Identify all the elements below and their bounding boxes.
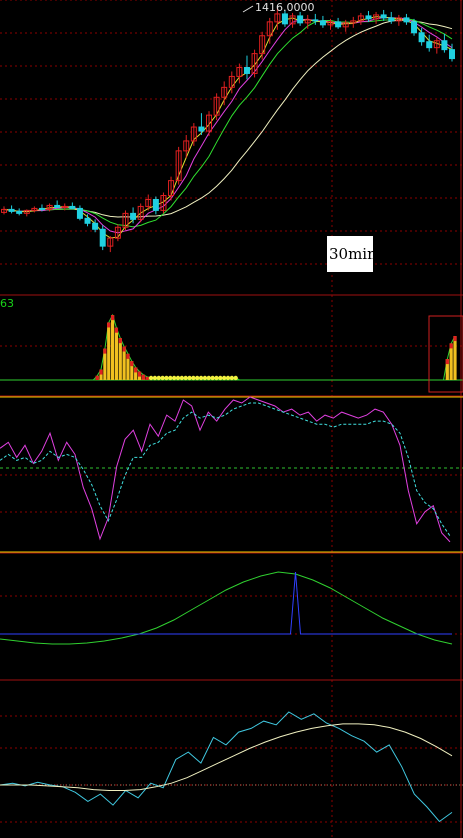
signal-dot: [218, 375, 223, 381]
candle-down: [418, 32, 425, 43]
signal-bar-cap: [145, 376, 149, 380]
candle-down: [297, 15, 304, 24]
grid-layer: [0, 0, 463, 838]
highlight-box: [428, 315, 463, 393]
signal-bar-cap: [103, 348, 107, 354]
signal-bar-cap: [99, 369, 103, 375]
signal-dot: [233, 375, 238, 381]
signal-dot: [195, 375, 200, 381]
signal-bar: [453, 336, 457, 380]
signal-bar-cap: [134, 367, 138, 373]
signal-dot: [198, 375, 204, 381]
signal-bar-cap: [453, 336, 457, 342]
signal-bar-cap: [137, 371, 142, 377]
candle-down: [92, 222, 99, 230]
signal-bar: [118, 338, 122, 380]
ma60-line: [3, 19, 453, 218]
signal-dot: [175, 375, 181, 381]
momentum-panel: [0, 711, 463, 823]
candle-down: [16, 210, 23, 214]
signal-bar: [449, 343, 453, 380]
signal-bar-cap: [114, 327, 119, 333]
candle-down: [319, 20, 326, 26]
signal-bar-cap: [122, 346, 126, 352]
osc-green-line: [0, 571, 453, 645]
candle-down: [426, 41, 433, 49]
signal-dot: [210, 375, 215, 381]
momentum-line: [0, 711, 453, 823]
candle-down: [411, 21, 418, 34]
price-panel: [1, 7, 455, 253]
candle-up: [61, 205, 68, 208]
ma10-line: [3, 17, 453, 234]
ma20-line: [3, 18, 453, 228]
ma5-line: [3, 16, 453, 239]
candle-down: [54, 204, 61, 208]
signal-bar-cap: [445, 359, 449, 365]
signal-bar-cap: [118, 338, 122, 344]
candle-down: [8, 208, 15, 212]
volume-signal-panel: [0, 313, 463, 381]
signal-dot: [152, 375, 158, 381]
signal-bar: [110, 315, 115, 380]
signal-dot: [148, 375, 154, 381]
candle-down: [76, 207, 83, 219]
timeframe-label: 30min: [329, 245, 377, 263]
panel2-value: 63: [0, 297, 14, 310]
signal-bar-cap: [95, 375, 99, 380]
signal-bar-cap: [107, 322, 111, 328]
candle-down: [152, 198, 159, 211]
candle-down: [130, 212, 137, 220]
oscillator-panel: [0, 571, 453, 645]
signal-bar-cap: [141, 374, 145, 380]
signal-dot: [225, 375, 231, 381]
candle-down: [403, 17, 410, 23]
candle-down: [281, 13, 288, 25]
candle-down: [312, 19, 319, 22]
candle-down: [441, 40, 448, 51]
signal-dot: [164, 375, 169, 381]
signal-bar: [122, 346, 126, 380]
peak-label: 1416.0000: [255, 1, 315, 14]
signal-dot: [214, 375, 219, 381]
signal-dot: [187, 375, 192, 381]
signal-dot: [229, 375, 235, 381]
signal-dot: [191, 375, 196, 381]
signal-dot: [156, 375, 161, 381]
candle-down: [388, 17, 395, 22]
signal-dot: [171, 375, 177, 381]
candle-down: [380, 14, 387, 19]
candle-down: [99, 228, 106, 247]
signal-dot: [160, 375, 165, 381]
signal-bar-cap: [130, 361, 134, 367]
signal-dot: [206, 375, 211, 381]
candle-down: [84, 217, 91, 224]
peak-pointer: [242, 5, 254, 13]
kdj-d-line: [0, 402, 451, 537]
signal-dot: [183, 375, 188, 381]
candle-down: [335, 21, 342, 28]
signal-envelope: [1, 313, 456, 381]
signal-bar: [114, 327, 119, 380]
signal-bar: [107, 322, 111, 380]
candle-down: [38, 207, 45, 210]
signal-bar-cap: [449, 343, 453, 349]
candle-down: [243, 67, 250, 74]
chart-svg: 1416.0000 30min 63: [0, 0, 463, 838]
osc-blue-line: [0, 571, 452, 635]
chart-canvas: 1416.0000 30min 63: [0, 0, 463, 838]
signal-dot: [221, 375, 227, 381]
candle-down: [365, 15, 372, 20]
candle-down: [69, 205, 76, 209]
candle-down: [198, 126, 205, 132]
candle-down: [449, 49, 455, 60]
momentum-signal-line: [0, 723, 453, 791]
signal-bar-cap: [126, 353, 130, 359]
signal-dot: [202, 375, 208, 381]
signal-bar-cap: [110, 315, 115, 321]
signal-dot: [168, 375, 173, 381]
signal-dot: [179, 375, 185, 381]
kdj-k-line: [0, 396, 451, 543]
